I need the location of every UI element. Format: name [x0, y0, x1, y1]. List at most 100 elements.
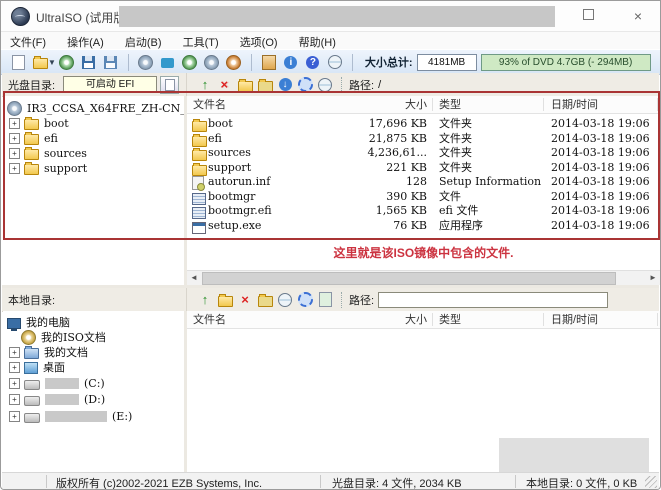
tree-item-sources[interactable]: + sources — [9, 146, 87, 160]
new-image-icon[interactable] — [9, 54, 27, 71]
tree-item-efi[interactable]: + efi — [9, 131, 58, 145]
export-icon[interactable] — [260, 54, 278, 71]
close-button[interactable]: × — [623, 8, 653, 24]
view-icon[interactable] — [316, 76, 334, 93]
gear-icon[interactable] — [296, 291, 314, 308]
horizontal-scrollbar[interactable]: ◄ ► — [187, 270, 660, 285]
col-date[interactable]: 日期/时间 — [551, 313, 598, 327]
tree-item-support[interactable]: + support — [9, 161, 87, 175]
burn-icon[interactable] — [137, 54, 155, 71]
annotation-text: 这里就是该ISO镜像中包含的文件. — [187, 244, 660, 261]
boot-type-box[interactable]: 可启动 EFI — [63, 76, 157, 93]
col-size[interactable]: 大小 — [337, 98, 427, 112]
tree-item-my-documents[interactable]: + 我的文档 — [9, 345, 88, 359]
delete-icon[interactable]: × — [236, 291, 254, 308]
col-date[interactable]: 日期/时间 — [551, 98, 598, 112]
open-icon[interactable] — [31, 54, 49, 71]
save-as-icon[interactable] — [102, 54, 120, 71]
local-panel-bar: 本地目录: ↑ × 路径: — [2, 288, 659, 312]
maximize-button[interactable] — [573, 8, 603, 24]
disc-panel-bar: 光盘目录: 可启动 EFI ↑ ×× ↓ 路径: / — [2, 73, 659, 97]
application-icon — [192, 222, 206, 234]
expand-icon[interactable]: + — [9, 133, 20, 144]
tree-item-drive-e[interactable]: + (E:) — [9, 409, 132, 423]
copyright-text: 版权所有 (c)2002-2021 EZB Systems, Inc. — [56, 475, 262, 490]
erase-disc-icon[interactable] — [203, 54, 221, 71]
tree-item-drive-d[interactable]: + (D:) — [9, 392, 105, 406]
computer-icon — [7, 318, 21, 329]
gear-icon[interactable] — [296, 76, 314, 93]
file-row-bootmgr-efi[interactable]: bootmgr.efi 1,565 KB efi 文件 2014-03-18 1… — [187, 204, 660, 218]
label-redaction — [45, 394, 79, 405]
expand-icon[interactable]: + — [9, 163, 20, 174]
status-bar: 版权所有 (c)2002-2021 EZB Systems, Inc. 光盘目录… — [2, 472, 659, 490]
tree-root[interactable]: IR3_CCSA_X64FRE_ZH-CN_DV9 — [7, 101, 184, 115]
info-icon[interactable]: i — [282, 54, 300, 71]
disc-tree: IR3_CCSA_X64FRE_ZH-CN_DV9 + boot + efi +… — [3, 96, 184, 285]
documents-icon — [24, 348, 39, 359]
save-icon[interactable] — [80, 54, 98, 71]
expand-icon[interactable]: + — [9, 411, 20, 422]
file-row-boot[interactable]: boot 17,696 KB 文件夹 2014-03-18 19:06 — [187, 117, 660, 131]
tree-item-drive-c[interactable]: + (C:) — [9, 376, 105, 390]
list-view-icon[interactable] — [316, 291, 334, 308]
size-total-value: 4181MB — [417, 54, 477, 71]
file-row-efi[interactable]: efi 21,875 KB 文件夹 2014-03-18 19:06 — [187, 132, 660, 146]
scroll-right-icon[interactable]: ► — [646, 271, 660, 284]
open-dropdown-icon[interactable]: ▼ — [48, 58, 56, 67]
tree-item-boot[interactable]: + boot — [9, 116, 69, 130]
disc-path-value[interactable]: / — [378, 79, 381, 91]
disc-toolstrip: ↑ ×× ↓ 路径: / — [195, 76, 381, 93]
save-cd-icon[interactable] — [58, 54, 76, 71]
col-size[interactable]: 大小 — [337, 313, 427, 327]
tree-item-desktop[interactable]: + 桌面 — [9, 360, 65, 374]
desktop-icon — [24, 362, 38, 374]
folder-icon — [24, 119, 39, 130]
cd-icon — [21, 330, 36, 345]
up-level-icon[interactable]: ↑ — [196, 291, 214, 308]
help-icon[interactable]: ? — [304, 54, 322, 71]
tree-item-my-iso-docs[interactable]: 我的ISO文档 — [21, 330, 106, 344]
folder-icon — [24, 149, 39, 160]
list-header: 文件名 大小 类型 日期/时间 — [187, 96, 660, 114]
resize-grip[interactable] — [645, 476, 657, 488]
local-path-input[interactable] — [378, 292, 608, 308]
file-row-bootmgr[interactable]: bootmgr 390 KB 文件 2014-03-18 19:06 — [187, 190, 660, 204]
local-tree: 我的电脑 我的ISO文档 + 我的文档 + 桌面 + (C:) + (D:) — [3, 311, 184, 472]
expand-icon[interactable]: + — [9, 118, 20, 129]
rename-folder-icon[interactable] — [256, 291, 274, 308]
setup-info-icon — [192, 176, 204, 190]
file-row-autorun[interactable]: autorun.inf 128 Setup Information 2014-0… — [187, 175, 660, 189]
main-toolbar: ▼ i ? 大小总计: 4181MB 93% of DVD 4.7GB (- 2… — [1, 49, 660, 75]
folder-icon — [24, 134, 39, 145]
scroll-left-icon[interactable]: ◄ — [187, 271, 201, 284]
refresh-icon[interactable] — [276, 291, 294, 308]
file-row-setup[interactable]: setup.exe 76 KB 应用程序 2014-03-18 19:06 — [187, 219, 660, 233]
comment-icon[interactable] — [159, 54, 177, 71]
expand-icon[interactable]: + — [9, 347, 20, 358]
col-type[interactable]: 类型 — [439, 98, 461, 112]
convert-icon[interactable] — [225, 54, 243, 71]
new-folder-icon[interactable] — [236, 76, 254, 93]
expand-icon[interactable]: + — [9, 362, 20, 373]
up-level-icon[interactable]: ↑ — [196, 76, 214, 93]
tree-item-my-computer[interactable]: 我的电脑 — [7, 315, 70, 329]
expand-icon[interactable]: + — [9, 378, 20, 389]
scrollbar-thumb[interactable] — [202, 272, 616, 285]
label-redaction — [45, 378, 79, 389]
edit-boot-button[interactable] — [160, 76, 179, 94]
col-filename[interactable]: 文件名 — [193, 313, 226, 327]
col-filename[interactable]: 文件名 — [193, 98, 226, 112]
new-folder-icon[interactable] — [216, 291, 234, 308]
expand-icon[interactable]: + — [9, 394, 20, 405]
file-row-sources[interactable]: sources 4,236,61... 文件夹 2014-03-18 19:06 — [187, 146, 660, 160]
verify-disc-icon[interactable] — [181, 54, 199, 71]
file-row-support[interactable]: support 221 KB 文件夹 2014-03-18 19:06 — [187, 161, 660, 175]
expand-icon[interactable]: + — [9, 148, 20, 159]
extract-icon[interactable]: ↓ — [276, 76, 294, 93]
local-path-label: 路径: — [349, 292, 374, 308]
compress-icon[interactable] — [326, 54, 344, 71]
delete-icon[interactable]: ×× — [216, 76, 234, 93]
col-type[interactable]: 类型 — [439, 313, 461, 327]
rename-folder-icon[interactable] — [256, 76, 274, 93]
